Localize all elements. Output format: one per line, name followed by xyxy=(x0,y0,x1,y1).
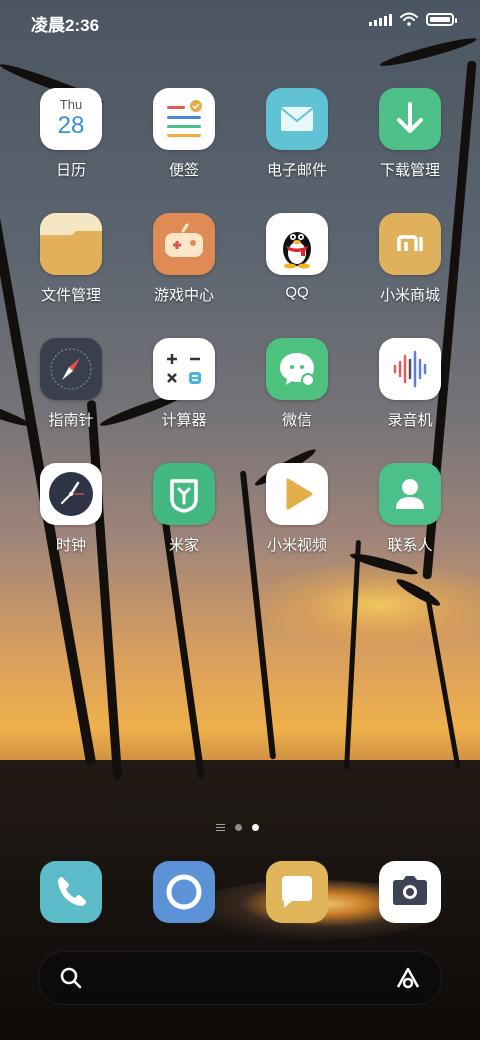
cell-signal-icon xyxy=(369,12,392,26)
clock-icon xyxy=(40,463,102,525)
wechat-icon xyxy=(266,338,328,400)
contacts-icon xyxy=(379,463,441,525)
app-file-manager[interactable]: 文件管理 xyxy=(21,213,121,305)
app-wechat[interactable]: 微信 xyxy=(247,338,347,430)
app-label: 时钟 xyxy=(55,537,86,554)
app-clock[interactable]: 时钟 xyxy=(21,463,121,555)
wallpaper-sun-glow xyxy=(250,560,480,650)
email-icon xyxy=(266,88,328,150)
app-notes[interactable]: 便签 xyxy=(134,88,234,180)
app-label: 微信 xyxy=(281,412,312,429)
status-time: 凌晨2:36 xyxy=(31,16,100,35)
calendar-day: Thu xyxy=(59,97,83,112)
recorder-icon xyxy=(379,338,441,400)
app-label: 日历 xyxy=(55,162,86,179)
search-icon[interactable] xyxy=(60,967,82,989)
page-dot-active[interactable] xyxy=(252,824,259,831)
app-label: 文件管理 xyxy=(40,287,101,304)
wifi-icon xyxy=(400,12,418,26)
app-mi-video[interactable]: 小米视频 xyxy=(247,463,347,555)
dock-phone[interactable] xyxy=(40,861,102,923)
dock-messages[interactable] xyxy=(266,861,328,923)
status-bar: 凌晨2:36 xyxy=(0,0,480,40)
camera-icon xyxy=(393,876,427,905)
app-calendar[interactable]: Thu 28 日历 xyxy=(21,88,121,180)
app-label: 计算器 xyxy=(161,412,207,429)
app-contacts[interactable]: 联系人 xyxy=(360,463,460,555)
app-list-icon[interactable] xyxy=(216,824,225,831)
dock-camera[interactable] xyxy=(379,861,441,923)
app-label: QQ xyxy=(285,284,309,301)
wallpaper-palm-trunk xyxy=(86,400,123,780)
messages-icon xyxy=(282,876,312,908)
download-icon xyxy=(379,88,441,150)
dock-browser[interactable] xyxy=(153,861,215,923)
browser-icon xyxy=(166,874,202,910)
folder-icon xyxy=(40,213,102,275)
mi-store-icon xyxy=(379,213,441,275)
app-label: 指南针 xyxy=(48,412,94,429)
app-label: 下载管理 xyxy=(379,162,440,179)
compass-icon xyxy=(40,338,102,400)
app-game-center[interactable]: 游戏中心 xyxy=(134,213,234,305)
notes-icon xyxy=(153,88,215,150)
app-calculator[interactable]: 计算器 xyxy=(134,338,234,430)
calculator-icon xyxy=(153,338,215,400)
calendar-date: 28 xyxy=(57,112,85,139)
page-indicator[interactable] xyxy=(216,824,259,831)
status-icons xyxy=(369,12,457,26)
mijia-icon xyxy=(153,463,215,525)
app-compass[interactable]: 指南针 xyxy=(21,338,121,430)
video-play-icon xyxy=(266,463,328,525)
app-label: 录音机 xyxy=(387,412,433,429)
home-screen: 凌晨2:36 Thu 28 日历 便签 电子邮件 下载管理 文件管理 游戏中心 … xyxy=(0,0,480,1040)
calendar-icon: Thu 28 xyxy=(40,88,102,150)
battery-icon xyxy=(426,12,457,26)
app-label: 联系人 xyxy=(387,537,433,554)
qq-penguin-icon xyxy=(266,213,328,275)
app-label: 米家 xyxy=(168,537,199,554)
gamepad-icon xyxy=(153,213,215,275)
app-recorder[interactable]: 录音机 xyxy=(360,338,460,430)
wallpaper-palm-trunk xyxy=(161,520,206,780)
app-label: 小米商城 xyxy=(379,287,440,304)
phone-icon xyxy=(58,877,86,906)
app-download-manager[interactable]: 下载管理 xyxy=(360,88,460,180)
app-mijia[interactable]: 米家 xyxy=(134,463,234,555)
app-label: 小米视频 xyxy=(266,537,327,554)
app-label: 便签 xyxy=(168,162,199,179)
app-label: 电子邮件 xyxy=(266,162,327,179)
page-dot[interactable] xyxy=(235,824,242,831)
app-mi-store[interactable]: 小米商城 xyxy=(360,213,460,305)
search-bar[interactable] xyxy=(38,951,442,1005)
app-label: 游戏中心 xyxy=(153,287,214,304)
app-email[interactable]: 电子邮件 xyxy=(247,88,347,180)
xiaoai-assistant-icon[interactable] xyxy=(395,966,421,990)
app-qq[interactable]: QQ xyxy=(247,213,347,301)
